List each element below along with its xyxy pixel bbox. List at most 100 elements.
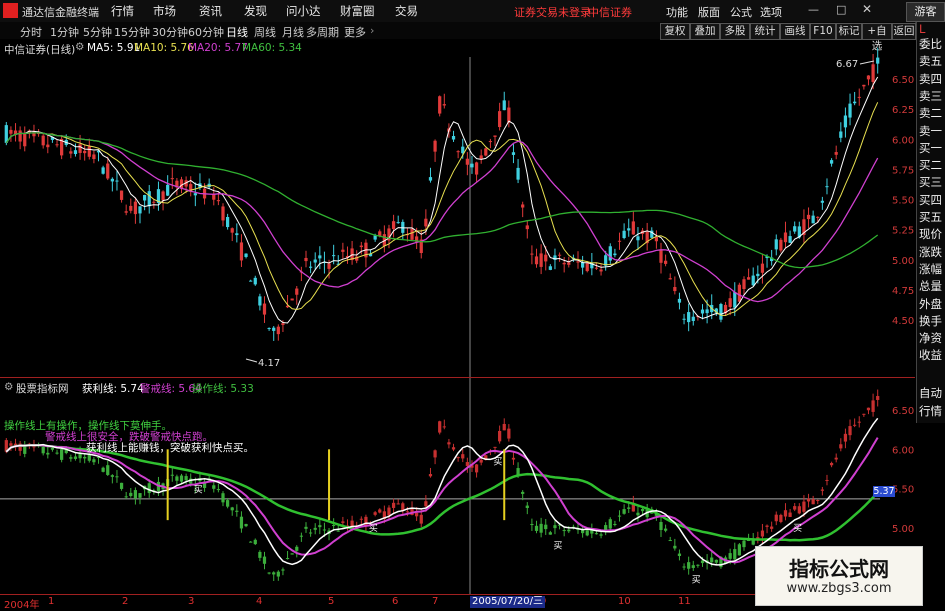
indicator-bar [825,479,829,481]
indicator-bar [627,507,631,509]
login-status[interactable]: 证券交易未登录 [514,4,591,20]
adjust-button[interactable]: 复权 [660,23,690,40]
tab-60min[interactable]: 60分钟 [188,24,224,40]
back-button[interactable]: 返回 [892,23,916,40]
candle-body [456,151,460,153]
menu-item-trade[interactable]: 交易 [395,3,418,19]
candle-body [719,304,723,320]
candle-body [866,75,871,80]
overlay-button[interactable]: 叠加 [690,23,720,40]
auto-quote-label[interactable]: 自动 [919,385,942,401]
candle-body [834,152,838,155]
indicator-y-label: 6.50 [892,406,914,417]
buy-marker: 买 [493,457,502,468]
tab-multi-period[interactable]: 多周期 [306,24,339,40]
tab-timeshare[interactable]: 分时 [20,24,42,40]
indicator-bar [119,482,124,489]
auto-quote-label[interactable]: 行情 [919,403,942,419]
indicator-bar [802,501,806,512]
close-icon[interactable]: ✕ [862,2,872,16]
indicator-bar [493,446,497,448]
quote-field: 委比 [919,37,942,51]
menu-item-wealth[interactable]: 财富圈 [340,3,375,19]
multi-stock-button[interactable]: 多股 [720,23,750,40]
candle-body [235,233,239,236]
indicator-bar [308,532,313,534]
indicator-bar [415,512,419,517]
indicator-bar [184,476,188,481]
indicator-bar [691,565,695,568]
watermark-title: 指标公式网 [789,557,889,581]
broker-name[interactable]: 中信证券 [588,4,632,20]
high-price-pointer [859,60,875,65]
tab-1min[interactable]: 1分钟 [50,24,79,40]
candle-body [516,167,520,180]
candle-body [69,151,73,154]
collapse-icon[interactable]: L [919,22,925,36]
x-axis-label: 6 [392,596,399,607]
candle-body [783,232,788,243]
tab-5min[interactable]: 5分钟 [83,24,112,40]
add-favorite-button[interactable]: +自选 [862,23,892,52]
tab-15min[interactable]: 15分钟 [114,24,150,40]
indicator-bar [857,421,861,423]
guest-button[interactable]: 游客 [906,2,945,22]
minimize-icon[interactable]: — [808,3,819,16]
tab-daily[interactable]: 日线 [226,24,248,40]
candle-body [129,205,133,211]
indicator-bar [322,529,327,531]
menu-item-ask[interactable]: 问小达 [286,3,321,19]
indicator-bar [212,485,216,489]
draw-line-button[interactable]: 画线 [780,23,810,40]
indicator-bar [682,566,686,568]
candle-body [262,303,267,315]
candle-body [627,228,631,231]
tab-weekly[interactable]: 周线 [254,24,276,40]
candle-body [92,154,96,160]
tab-monthly[interactable]: 月线 [282,24,304,40]
low-price-pointer [245,358,258,363]
indicator-bar [788,512,792,517]
indicator-bar [456,457,460,459]
indicator-bar [461,454,465,459]
indicator-bar [700,560,705,564]
menu-item-market[interactable]: 市场 [153,3,176,19]
candle-body [853,101,857,104]
candlestick-chart[interactable]: 6.50 6.25 6.00 5.75 5.50 5.25 5.00 4.75 4.50 6.67… [0,39,915,377]
tab-more[interactable]: 更多 [344,24,366,40]
menu-item-function[interactable]: 功能 [666,4,688,20]
candle-body [742,279,746,290]
indicator-bar [50,447,55,450]
menu-item-quotes[interactable]: 行情 [111,3,134,19]
candle-body [18,130,22,142]
candle-body [525,225,529,230]
f10-button[interactable]: F10 [810,23,836,40]
indicator-bar [659,521,663,530]
indicator-bar [216,489,221,491]
buy-marker: 买 [553,541,562,552]
stats-button[interactable]: 统计 [750,23,780,40]
menu-item-layout[interactable]: 版面 [698,4,720,20]
indicator-bar [479,459,483,463]
candle-body [373,235,377,240]
candle-body [539,253,543,267]
indicator-bar [696,564,700,566]
menu-item-formula[interactable]: 公式 [730,4,752,20]
candle-body [682,318,686,320]
quote-field: 买三 [919,175,942,190]
quote-field: 卖三 [919,88,942,103]
menu-item-news[interactable]: 资讯 [199,3,222,19]
candle-body [820,200,824,203]
mark-button[interactable]: 标记 [836,23,862,40]
menu-item-options[interactable]: 选项 [760,4,782,20]
tab-30min[interactable]: 30分钟 [152,24,188,40]
x-axis-label: 2 [122,596,129,607]
maximize-icon[interactable]: □ [836,3,846,16]
menu-item-discover[interactable]: 发现 [244,3,267,19]
candle-body [73,150,78,155]
candle-body [341,249,345,252]
chevron-right-icon[interactable]: › [370,24,374,37]
candle-body [793,226,797,232]
candle-body [133,201,138,215]
indicator-bar [428,474,433,477]
